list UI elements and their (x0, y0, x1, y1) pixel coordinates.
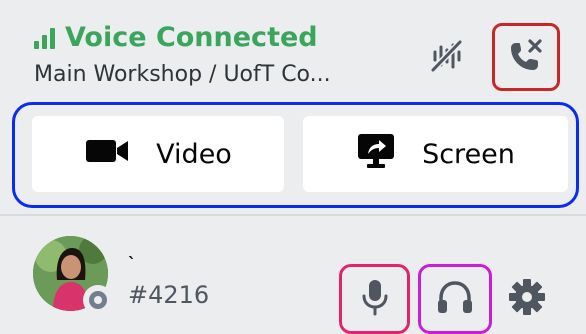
voice-status-text: Voice Connected (65, 22, 318, 53)
noise-suppression-icon[interactable] (428, 38, 464, 74)
voice-channel-name[interactable]: Main Workshop / UofT Co... (34, 62, 331, 87)
phone-disconnect-icon (506, 35, 546, 79)
mute-microphone-button[interactable] (339, 264, 410, 334)
microphone-icon (360, 277, 390, 321)
headphones-icon (435, 278, 475, 320)
deafen-button[interactable] (418, 264, 492, 334)
username: ` (128, 254, 136, 273)
signal-bars-icon (34, 27, 55, 49)
disconnect-button[interactable] (492, 23, 560, 91)
screen-share-button-label: Screen (422, 138, 515, 170)
voice-status[interactable]: Voice Connected (34, 24, 318, 51)
user-settings-button[interactable] (507, 279, 547, 319)
video-button[interactable]: Video (32, 116, 284, 192)
user-discriminator: #4216 (128, 281, 210, 309)
video-camera-icon (84, 135, 130, 174)
video-button-label: Video (156, 138, 232, 170)
screen-share-button[interactable]: Screen (303, 116, 568, 192)
gear-icon (507, 277, 547, 321)
status-indicator (83, 285, 113, 315)
screen-share-icon (356, 132, 396, 177)
